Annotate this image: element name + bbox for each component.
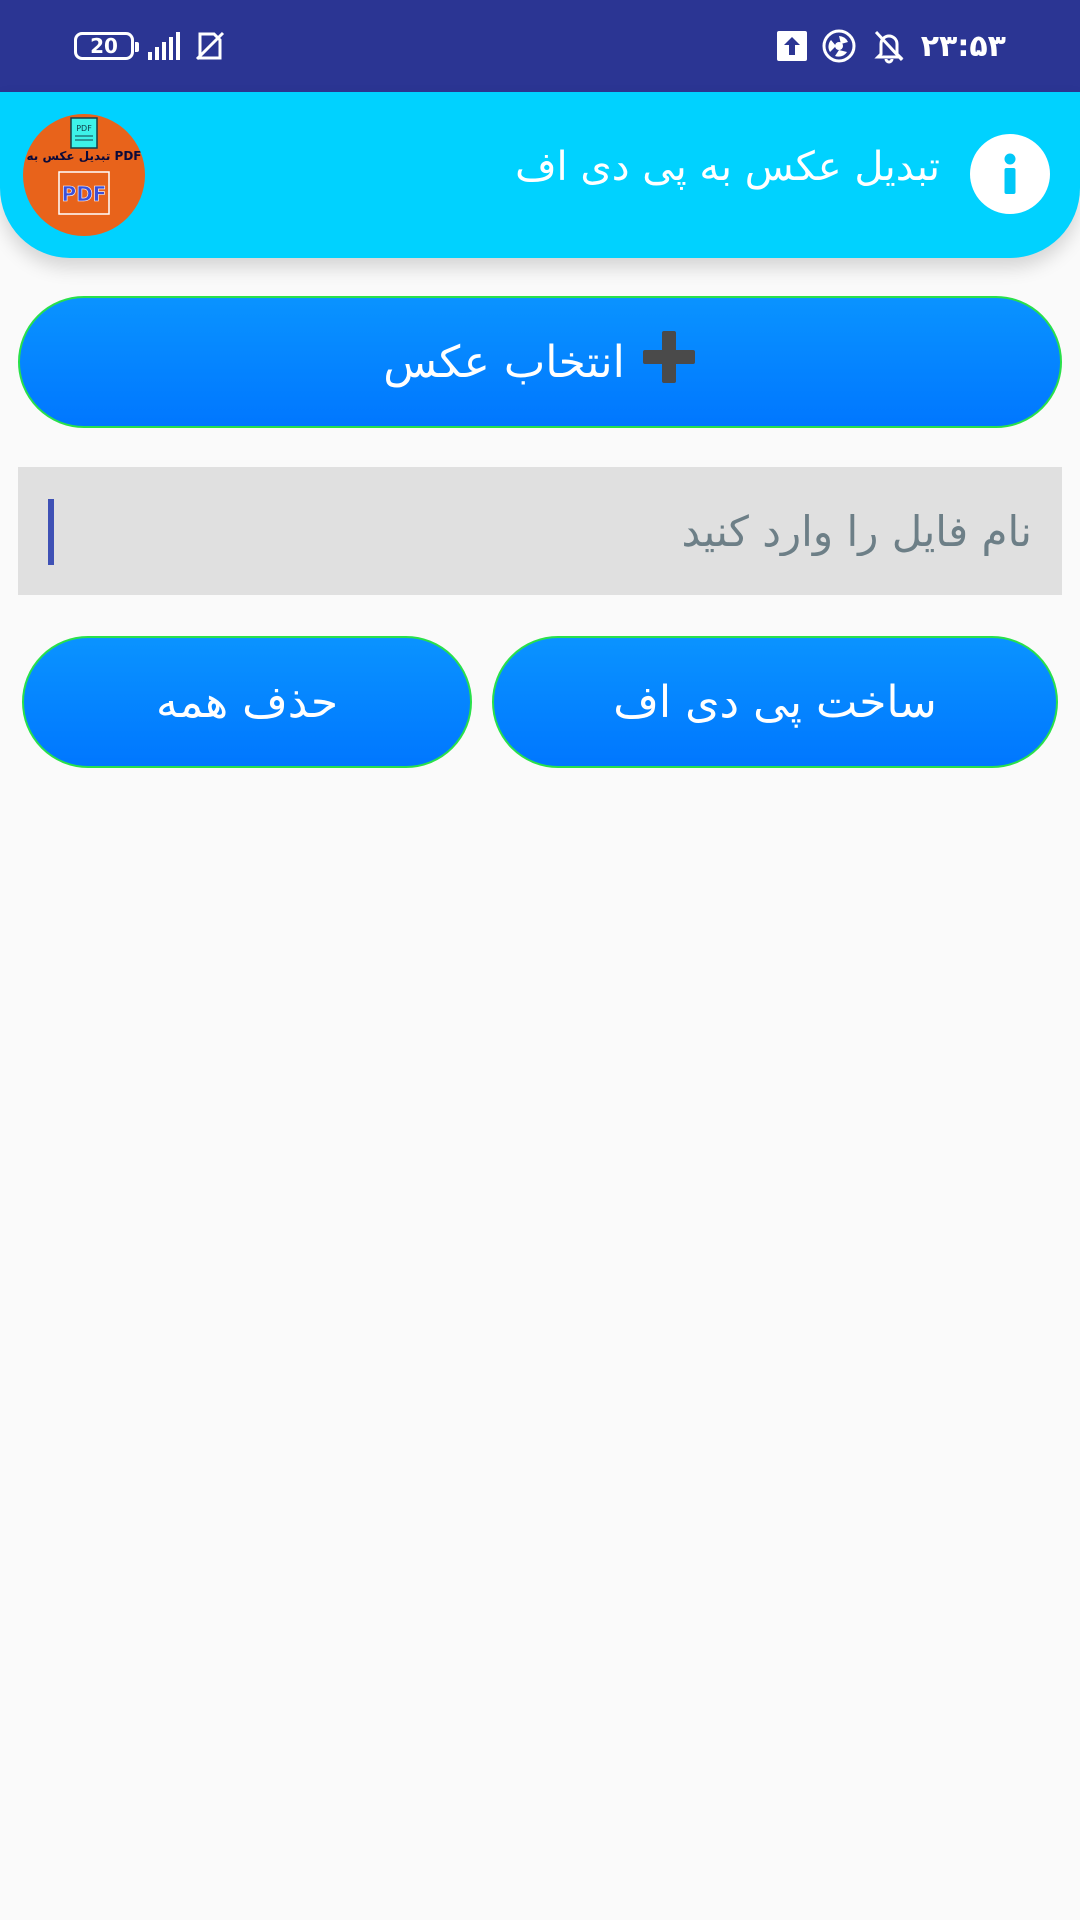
app-title: تبدیل عکس به پی دی اف — [515, 144, 940, 190]
logo-badge: PDF — [62, 182, 107, 206]
info-icon — [985, 148, 1035, 201]
create-pdf-button[interactable]: ساخت پی دی اف — [492, 636, 1058, 768]
battery-icon: 20 — [74, 32, 139, 60]
logo-caption: تبدیل عکس به PDF — [27, 149, 142, 163]
data-saver-icon — [821, 28, 857, 64]
select-image-button[interactable]: انتخاب عکس — [18, 296, 1062, 428]
no-sim-icon — [194, 30, 226, 62]
upload-icon — [776, 31, 807, 61]
app-logo: PDF تبدیل عکس به PDF PDF — [23, 114, 145, 236]
delete-all-button[interactable]: حذف همه — [22, 636, 472, 768]
filename-input[interactable] — [48, 467, 1032, 595]
delete-all-label: حذف همه — [155, 676, 339, 728]
status-time: ۲۳:۵۳ — [920, 28, 1006, 64]
status-right-group: ۲۳:۵۳ — [776, 26, 1006, 66]
battery-level: 20 — [90, 34, 118, 58]
filename-field-container — [18, 467, 1062, 595]
select-image-label: انتخاب عکس — [383, 336, 625, 388]
signal-icon — [148, 32, 180, 60]
status-left-group: 20 — [74, 26, 226, 66]
alarm-off-icon — [871, 28, 907, 64]
plus-icon — [641, 329, 697, 396]
create-pdf-label: ساخت پی دی اف — [613, 676, 937, 728]
status-bar: 20 ۲۳:۵۳ — [0, 0, 1080, 92]
app-bar: PDF تبدیل عکس به PDF PDF تبدیل عکس به پی… — [0, 92, 1080, 258]
info-button[interactable] — [970, 134, 1050, 214]
text-caret — [48, 499, 54, 565]
logo-file-label: PDF — [76, 124, 92, 133]
